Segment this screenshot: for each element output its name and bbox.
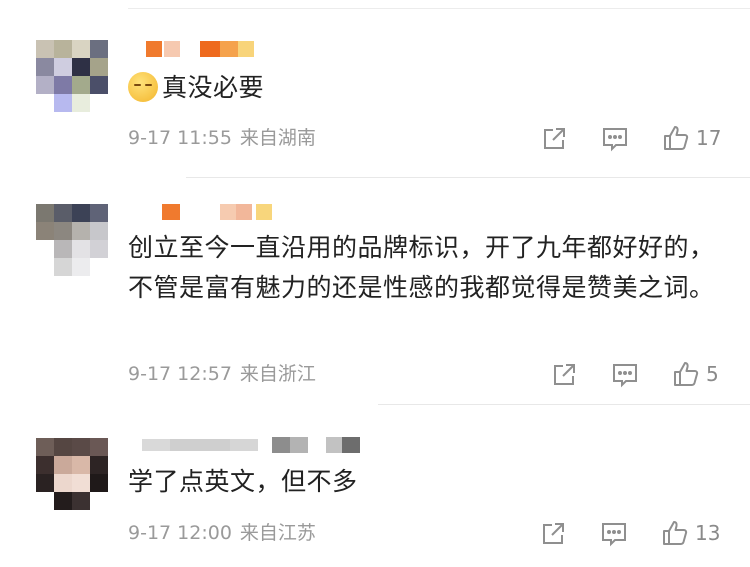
location: 来自湖南 — [239, 127, 316, 149]
comment-button[interactable] — [600, 520, 628, 548]
like-count: 17 — [696, 126, 722, 150]
username-redacted[interactable] — [128, 434, 368, 456]
like-button[interactable]: 13 — [661, 519, 720, 547]
comment-text: 学了点英文，但不多 — [128, 467, 358, 496]
username-redacted[interactable] — [128, 38, 258, 60]
like-button[interactable]: 17 — [662, 124, 721, 152]
avatar[interactable] — [36, 204, 108, 276]
location: 来自浙江 — [239, 363, 316, 385]
divider — [186, 177, 750, 178]
top-divider — [128, 8, 750, 9]
thumbs-up-icon — [663, 521, 688, 545]
comment-meta: 9-17 11:55 来自湖南 — [128, 125, 316, 151]
comment-icon — [602, 523, 626, 547]
comment-text: 创立至今一直沿用的品牌标识，开了九年都好好的，不管是富有魅力的还是性感的我都觉得… — [128, 233, 715, 302]
avatar[interactable] — [36, 438, 108, 510]
like-count: 13 — [695, 521, 721, 545]
like-button[interactable]: 5 — [672, 360, 719, 388]
timestamp: 9-17 12:00 — [128, 522, 232, 544]
like-count: 5 — [706, 362, 719, 386]
comment-meta: 9-17 12:00 来自江苏 — [128, 520, 316, 546]
thumbs-up-icon — [664, 126, 689, 150]
avatar[interactable] — [36, 40, 108, 112]
share-button[interactable] — [551, 361, 577, 389]
comment-button[interactable] — [611, 361, 639, 389]
thumbs-up-icon — [674, 362, 699, 386]
username-redacted[interactable] — [128, 201, 288, 223]
comment-meta: 9-17 12:57 来自浙江 — [128, 361, 316, 387]
timestamp: 9-17 12:57 — [128, 363, 232, 385]
divider — [378, 404, 750, 405]
timestamp: 9-17 11:55 — [128, 127, 232, 149]
comment-text: 真没必要 — [128, 68, 728, 108]
comment-button[interactable] — [601, 125, 629, 153]
share-button[interactable] — [540, 520, 566, 548]
sad-sweat-emoji-icon — [128, 72, 158, 102]
comment-icon — [603, 128, 627, 152]
share-icon — [554, 364, 575, 385]
share-button[interactable] — [541, 125, 567, 153]
share-icon — [544, 128, 565, 149]
share-icon — [543, 523, 564, 544]
comment-icon — [613, 364, 637, 388]
location: 来自江苏 — [239, 522, 316, 544]
